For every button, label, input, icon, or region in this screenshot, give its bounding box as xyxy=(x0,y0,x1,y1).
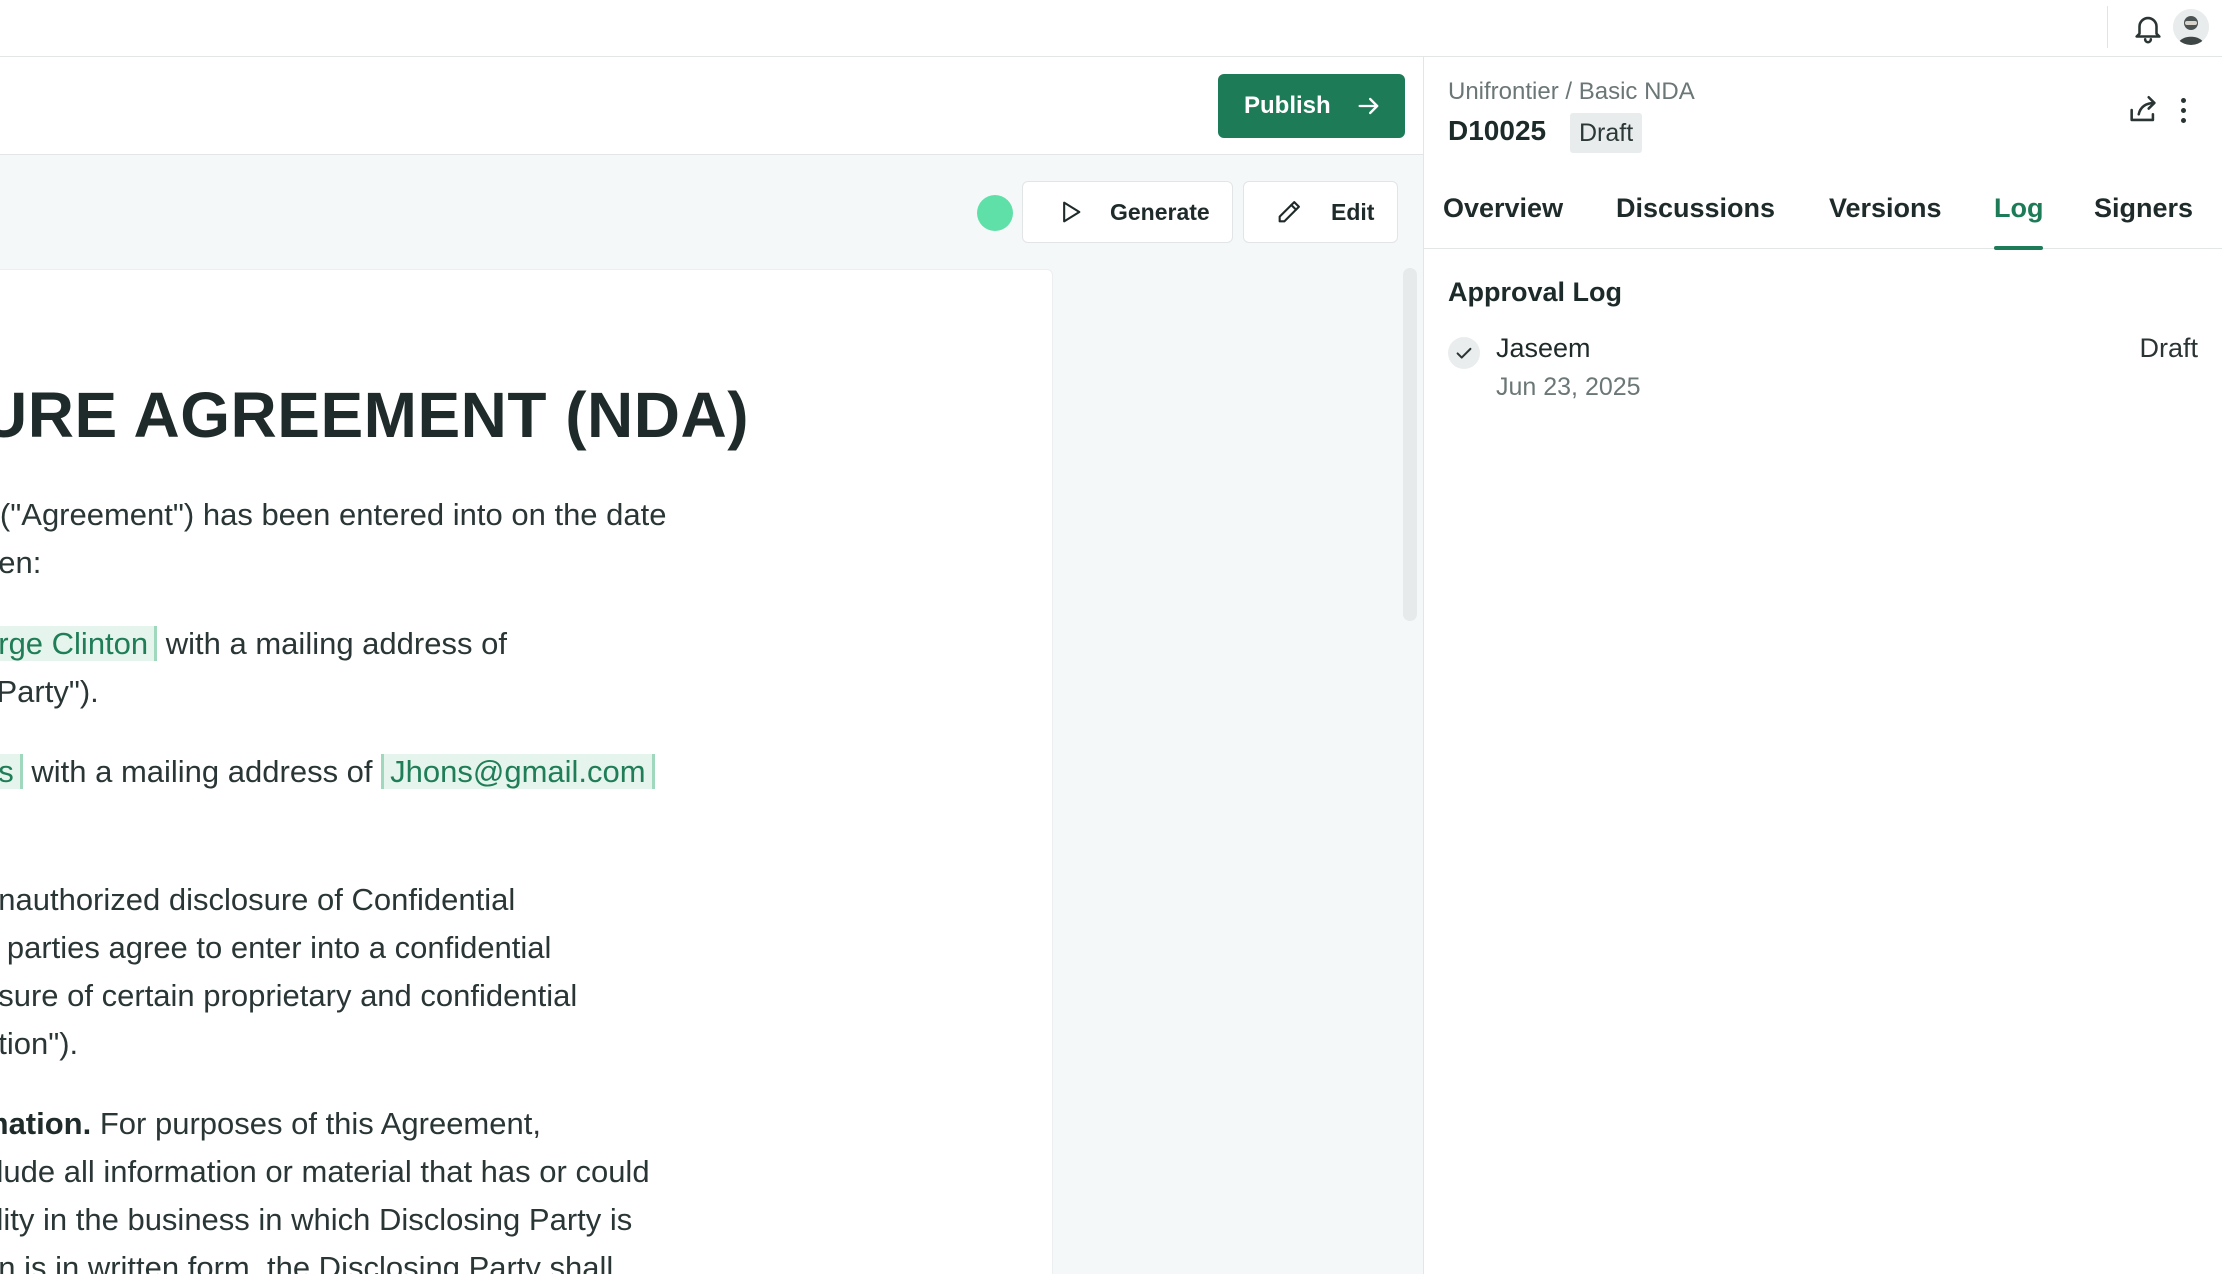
doc-line: e parties agree to enter into a confiden… xyxy=(0,930,552,965)
tab-discussions[interactable]: Discussions xyxy=(1616,187,1775,249)
receiving-party-field[interactable]: ns xyxy=(0,754,23,789)
doc-line: orge Clinton with a mailing address of xyxy=(0,620,507,668)
document-title: URE AGREEMENT (NDA) xyxy=(0,379,749,451)
arrow-right-icon xyxy=(1358,97,1379,115)
doc-line: on is in written form, the Disclosing Pa… xyxy=(0,1250,614,1274)
disclosing-party-field[interactable]: orge Clinton xyxy=(0,626,158,661)
generate-label: Generate xyxy=(1110,198,1210,225)
document-id: D10025 xyxy=(1448,115,1547,146)
edit-button[interactable]: Edit xyxy=(1243,181,1398,243)
log-entry-date: Jun 23, 2025 xyxy=(1496,373,1641,401)
play-icon xyxy=(1063,201,1081,223)
doc-text: with a mailing address of xyxy=(157,626,507,661)
editor-toolbar xyxy=(0,57,1423,155)
approval-log-title: Approval Log xyxy=(1448,277,1622,307)
doc-line: een: xyxy=(0,545,42,580)
doc-line: ns with a mailing address of Jhons@gmail… xyxy=(0,748,655,796)
doc-line: osure of certain proprietary and confide… xyxy=(0,978,578,1013)
breadcrumb[interactable]: Unifrontier / Basic NDA xyxy=(1448,78,1695,106)
doc-text: with a mailing address of xyxy=(22,754,382,789)
generate-button[interactable]: Generate xyxy=(1022,181,1233,243)
doc-text: For purposes of this Agreement, xyxy=(91,1106,541,1141)
doc-line: ation"). xyxy=(0,1026,79,1061)
status-indicator xyxy=(977,195,1013,231)
topbar-divider xyxy=(2107,6,2108,48)
publish-button[interactable]: Publish xyxy=(1218,74,1405,138)
defined-term: mation. xyxy=(0,1106,92,1141)
pencil-icon xyxy=(1278,201,1300,223)
tab-versions[interactable]: Versions xyxy=(1829,187,1942,249)
document-page[interactable]: URE AGREEMENT (NDA) r ("Agreement") has … xyxy=(0,269,1053,1274)
log-entry-status: Draft xyxy=(2139,333,2198,363)
share-icon[interactable] xyxy=(2126,93,2160,127)
panel-tabs: Overview Discussions Versions Log Signer… xyxy=(1424,187,2222,250)
edit-label: Edit xyxy=(1331,198,1375,225)
receiving-address-field[interactable]: Jhons@gmail.com xyxy=(381,754,655,789)
bell-icon[interactable] xyxy=(2129,8,2167,48)
publish-label: Publish xyxy=(1244,92,1331,119)
status-badge: Draft xyxy=(1570,113,1643,153)
doc-line: r ("Agreement") has been entered into on… xyxy=(0,497,667,532)
doc-line: tility in the business in which Disclosi… xyxy=(0,1202,633,1237)
details-panel: Unifrontier / Basic NDA D10025 Draft Ove… xyxy=(1424,57,2222,1274)
document-scrollbar[interactable] xyxy=(1403,268,1417,621)
tab-log[interactable]: Log xyxy=(1994,187,2044,250)
doc-line: clude all information or material that h… xyxy=(0,1154,650,1189)
avatar[interactable] xyxy=(2173,9,2209,45)
tab-signers[interactable]: Signers xyxy=(2094,187,2193,249)
log-entry-name: Jaseem xyxy=(1496,333,1591,363)
doc-line: j Party"). xyxy=(0,674,99,709)
doc-line: mation. For purposes of this Agreement, xyxy=(0,1100,541,1148)
doc-line: unauthorized disclosure of Confidential xyxy=(0,882,516,917)
top-bar xyxy=(0,0,2222,57)
more-vertical-icon[interactable] xyxy=(2174,93,2192,127)
check-icon xyxy=(1448,337,1480,369)
tab-overview[interactable]: Overview xyxy=(1443,187,1563,249)
